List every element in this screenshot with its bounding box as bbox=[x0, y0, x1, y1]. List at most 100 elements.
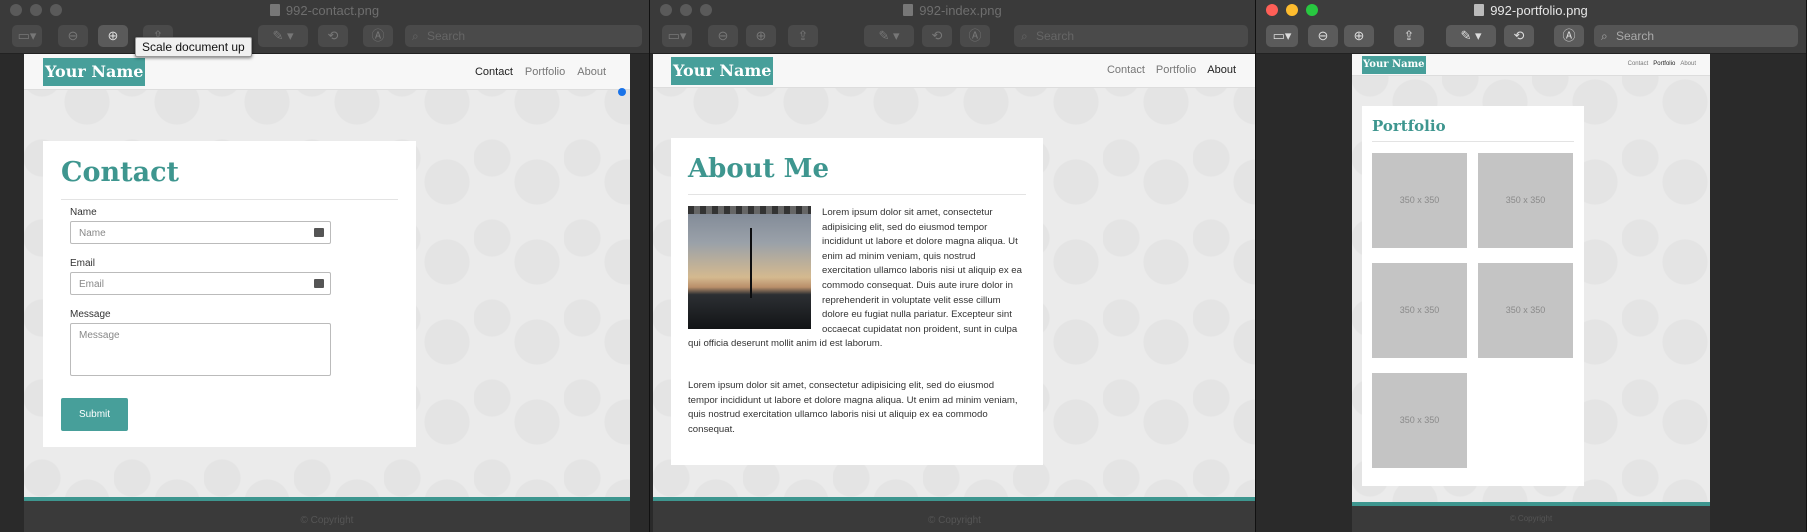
heading-divider bbox=[688, 194, 1026, 195]
zoom-in-icon[interactable]: ⊕ bbox=[746, 25, 776, 47]
nav-contact: Contact bbox=[1627, 61, 1649, 67]
portfolio-thumbnail: 350 x 350 bbox=[1478, 263, 1573, 358]
site-brand: Your Name bbox=[43, 58, 146, 86]
rotate-icon[interactable]: ⟲ bbox=[922, 25, 952, 47]
page-image: Your Name Contact Portfolio About Contac… bbox=[24, 54, 630, 532]
site-footer: © Copyright bbox=[653, 497, 1255, 532]
search-icon: ⌕ bbox=[1601, 29, 1608, 43]
document-canvas[interactable]: Your Name Contact Portfolio About Portfo… bbox=[1352, 54, 1710, 532]
document-icon bbox=[269, 4, 280, 16]
titlebar[interactable]: 992-contact.png bbox=[0, 0, 649, 20]
nav-contact: Contact bbox=[1106, 64, 1145, 76]
annotate-icon[interactable]: Ⓐ bbox=[960, 25, 990, 47]
site-nav-links: Contact Portfolio About bbox=[1628, 61, 1696, 67]
search-input[interactable]: ⌕ Search bbox=[405, 25, 642, 47]
document-icon bbox=[1474, 4, 1485, 16]
about-paragraph-1-text: Lorem ipsum dolor sit amet, consectetur … bbox=[688, 207, 1022, 350]
search-placeholder: Search bbox=[1036, 29, 1075, 43]
page-heading: Portfolio bbox=[1372, 117, 1446, 135]
autofill-icon bbox=[314, 279, 324, 288]
markup-pen-icon[interactable]: ✎ ▾ bbox=[258, 25, 308, 47]
share-icon[interactable]: ⇪ bbox=[1394, 25, 1424, 47]
sidebar-toggle-icon[interactable]: ▭▾ bbox=[662, 25, 692, 47]
markup-pen-icon[interactable]: ✎ ▾ bbox=[864, 25, 914, 47]
search-input[interactable]: ⌕ Search bbox=[1594, 25, 1798, 47]
zoom-out-icon[interactable]: ⊖ bbox=[58, 25, 88, 47]
site-navbar: Your Name Contact Portfolio About bbox=[24, 54, 630, 90]
zoom-tooltip: Scale document up bbox=[135, 37, 252, 57]
message-field: Message bbox=[70, 323, 331, 376]
portfolio-thumbnail: 350 x 350 bbox=[1372, 153, 1467, 248]
toolbar: ▭▾ ⊖ ⊕ ⇪ ✎ ▾ ⟲ Ⓐ ⌕ Search bbox=[650, 20, 1255, 54]
name-field: Name bbox=[70, 221, 331, 244]
search-placeholder: Search bbox=[427, 29, 466, 43]
zoom-out-icon[interactable]: ⊖ bbox=[708, 25, 738, 47]
search-icon: ⌕ bbox=[412, 29, 419, 43]
site-brand: Your Name bbox=[1362, 56, 1426, 74]
zoom-in-icon[interactable]: ⊕ bbox=[98, 25, 128, 47]
portfolio-thumbnail: 350 x 350 bbox=[1372, 263, 1467, 358]
search-placeholder: Search bbox=[1616, 29, 1655, 43]
document-canvas[interactable]: Your Name Contact Portfolio About Contac… bbox=[24, 54, 630, 532]
nav-contact: Contact bbox=[474, 66, 513, 78]
site-navbar: Your Name Contact Portfolio About bbox=[1352, 54, 1710, 76]
site-footer: © Copyright bbox=[24, 497, 630, 532]
portfolio-thumbnail: 350 x 350 bbox=[1478, 153, 1573, 248]
toolbar: ▭▾ ⊖ ⊕ ⇪ ✎ ▾ ⟲ Ⓐ ⌕ Search bbox=[1256, 20, 1806, 54]
site-footer: © Copyright bbox=[1352, 502, 1710, 532]
titlebar[interactable]: 992-index.png bbox=[650, 0, 1255, 20]
scroll-indicator bbox=[618, 88, 626, 96]
sidebar-toggle-icon[interactable]: ▭▾ bbox=[1266, 25, 1298, 47]
message-placeholder: Message bbox=[79, 330, 120, 341]
rotate-icon[interactable]: ⟲ bbox=[318, 25, 348, 47]
about-paragraph-2: Lorem ipsum dolor sit amet, consectetur … bbox=[688, 380, 1018, 435]
contact-card: Contact Name Name Email Email Message Me… bbox=[43, 141, 416, 447]
zoom-out-icon[interactable]: ⊖ bbox=[1308, 25, 1338, 47]
nav-about: About bbox=[1680, 61, 1696, 67]
window-title: 992-index.png bbox=[650, 3, 1255, 18]
heading-divider bbox=[1372, 141, 1574, 142]
zoom-in-icon[interactable]: ⊕ bbox=[1344, 25, 1374, 47]
site-nav-links: Contact Portfolio About bbox=[475, 66, 606, 78]
page-image: Your Name Contact Portfolio About About … bbox=[653, 54, 1255, 532]
nav-about: About bbox=[577, 66, 606, 78]
rotate-icon[interactable]: ⟲ bbox=[1504, 25, 1534, 47]
nav-portfolio: Portfolio bbox=[1155, 64, 1197, 76]
site-brand: Your Name bbox=[671, 57, 774, 85]
nav-portfolio: Portfolio bbox=[1653, 61, 1676, 67]
portfolio-card: Portfolio 350 x 350 350 x 350 350 x 350 … bbox=[1362, 106, 1584, 486]
markup-pen-icon[interactable]: ✎ ▾ bbox=[1446, 25, 1496, 47]
window-title-text: 992-portfolio.png bbox=[1490, 3, 1588, 18]
site-navbar: Your Name Contact Portfolio About bbox=[653, 54, 1255, 88]
window-title: 992-portfolio.png bbox=[1256, 3, 1806, 18]
message-label: Message bbox=[70, 309, 111, 320]
search-icon: ⌕ bbox=[1021, 29, 1028, 43]
annotate-icon[interactable]: Ⓐ bbox=[363, 25, 393, 47]
about-card: About Me Lorem ipsum dolor sit amet, con… bbox=[671, 138, 1043, 465]
sidebar-toggle-icon[interactable]: ▭▾ bbox=[12, 25, 42, 47]
preview-window-contact: 992-contact.png ▭▾ ⊖ ⊕ ⇪ ✎ ▾ ⟲ Ⓐ ⌕ Search… bbox=[0, 0, 650, 532]
email-field: Email bbox=[70, 272, 331, 295]
submit-button: Submit bbox=[61, 398, 128, 431]
preview-window-portfolio: 992-portfolio.png ▭▾ ⊖ ⊕ ⇪ ✎ ▾ ⟲ Ⓐ ⌕ Sear… bbox=[1256, 0, 1807, 532]
page-heading: About Me bbox=[688, 154, 829, 184]
portfolio-thumbnail: 350 x 350 bbox=[1372, 373, 1467, 468]
toolbar: ▭▾ ⊖ ⊕ ⇪ ✎ ▾ ⟲ Ⓐ ⌕ Search bbox=[0, 20, 649, 54]
name-label: Name bbox=[70, 207, 97, 218]
heading-divider bbox=[61, 199, 398, 200]
share-icon[interactable]: ⇪ bbox=[788, 25, 818, 47]
page-heading: Contact bbox=[61, 157, 180, 188]
search-input[interactable]: ⌕ Search bbox=[1014, 25, 1248, 47]
autofill-icon bbox=[314, 228, 324, 237]
name-placeholder: Name bbox=[79, 228, 106, 239]
window-title: 992-contact.png bbox=[0, 3, 649, 18]
window-title-text: 992-index.png bbox=[919, 3, 1002, 18]
email-placeholder: Email bbox=[79, 279, 105, 290]
preview-window-index: 992-index.png ▭▾ ⊖ ⊕ ⇪ ✎ ▾ ⟲ Ⓐ ⌕ Search Y… bbox=[650, 0, 1256, 532]
document-canvas[interactable]: Your Name Contact Portfolio About About … bbox=[653, 54, 1255, 532]
desktop: 992-contact.png ▭▾ ⊖ ⊕ ⇪ ✎ ▾ ⟲ Ⓐ ⌕ Search… bbox=[0, 0, 1807, 532]
site-nav-links: Contact Portfolio About bbox=[1107, 64, 1236, 76]
nav-portfolio: Portfolio bbox=[524, 66, 566, 78]
titlebar[interactable]: 992-portfolio.png bbox=[1256, 0, 1806, 20]
annotate-icon[interactable]: Ⓐ bbox=[1554, 25, 1584, 47]
